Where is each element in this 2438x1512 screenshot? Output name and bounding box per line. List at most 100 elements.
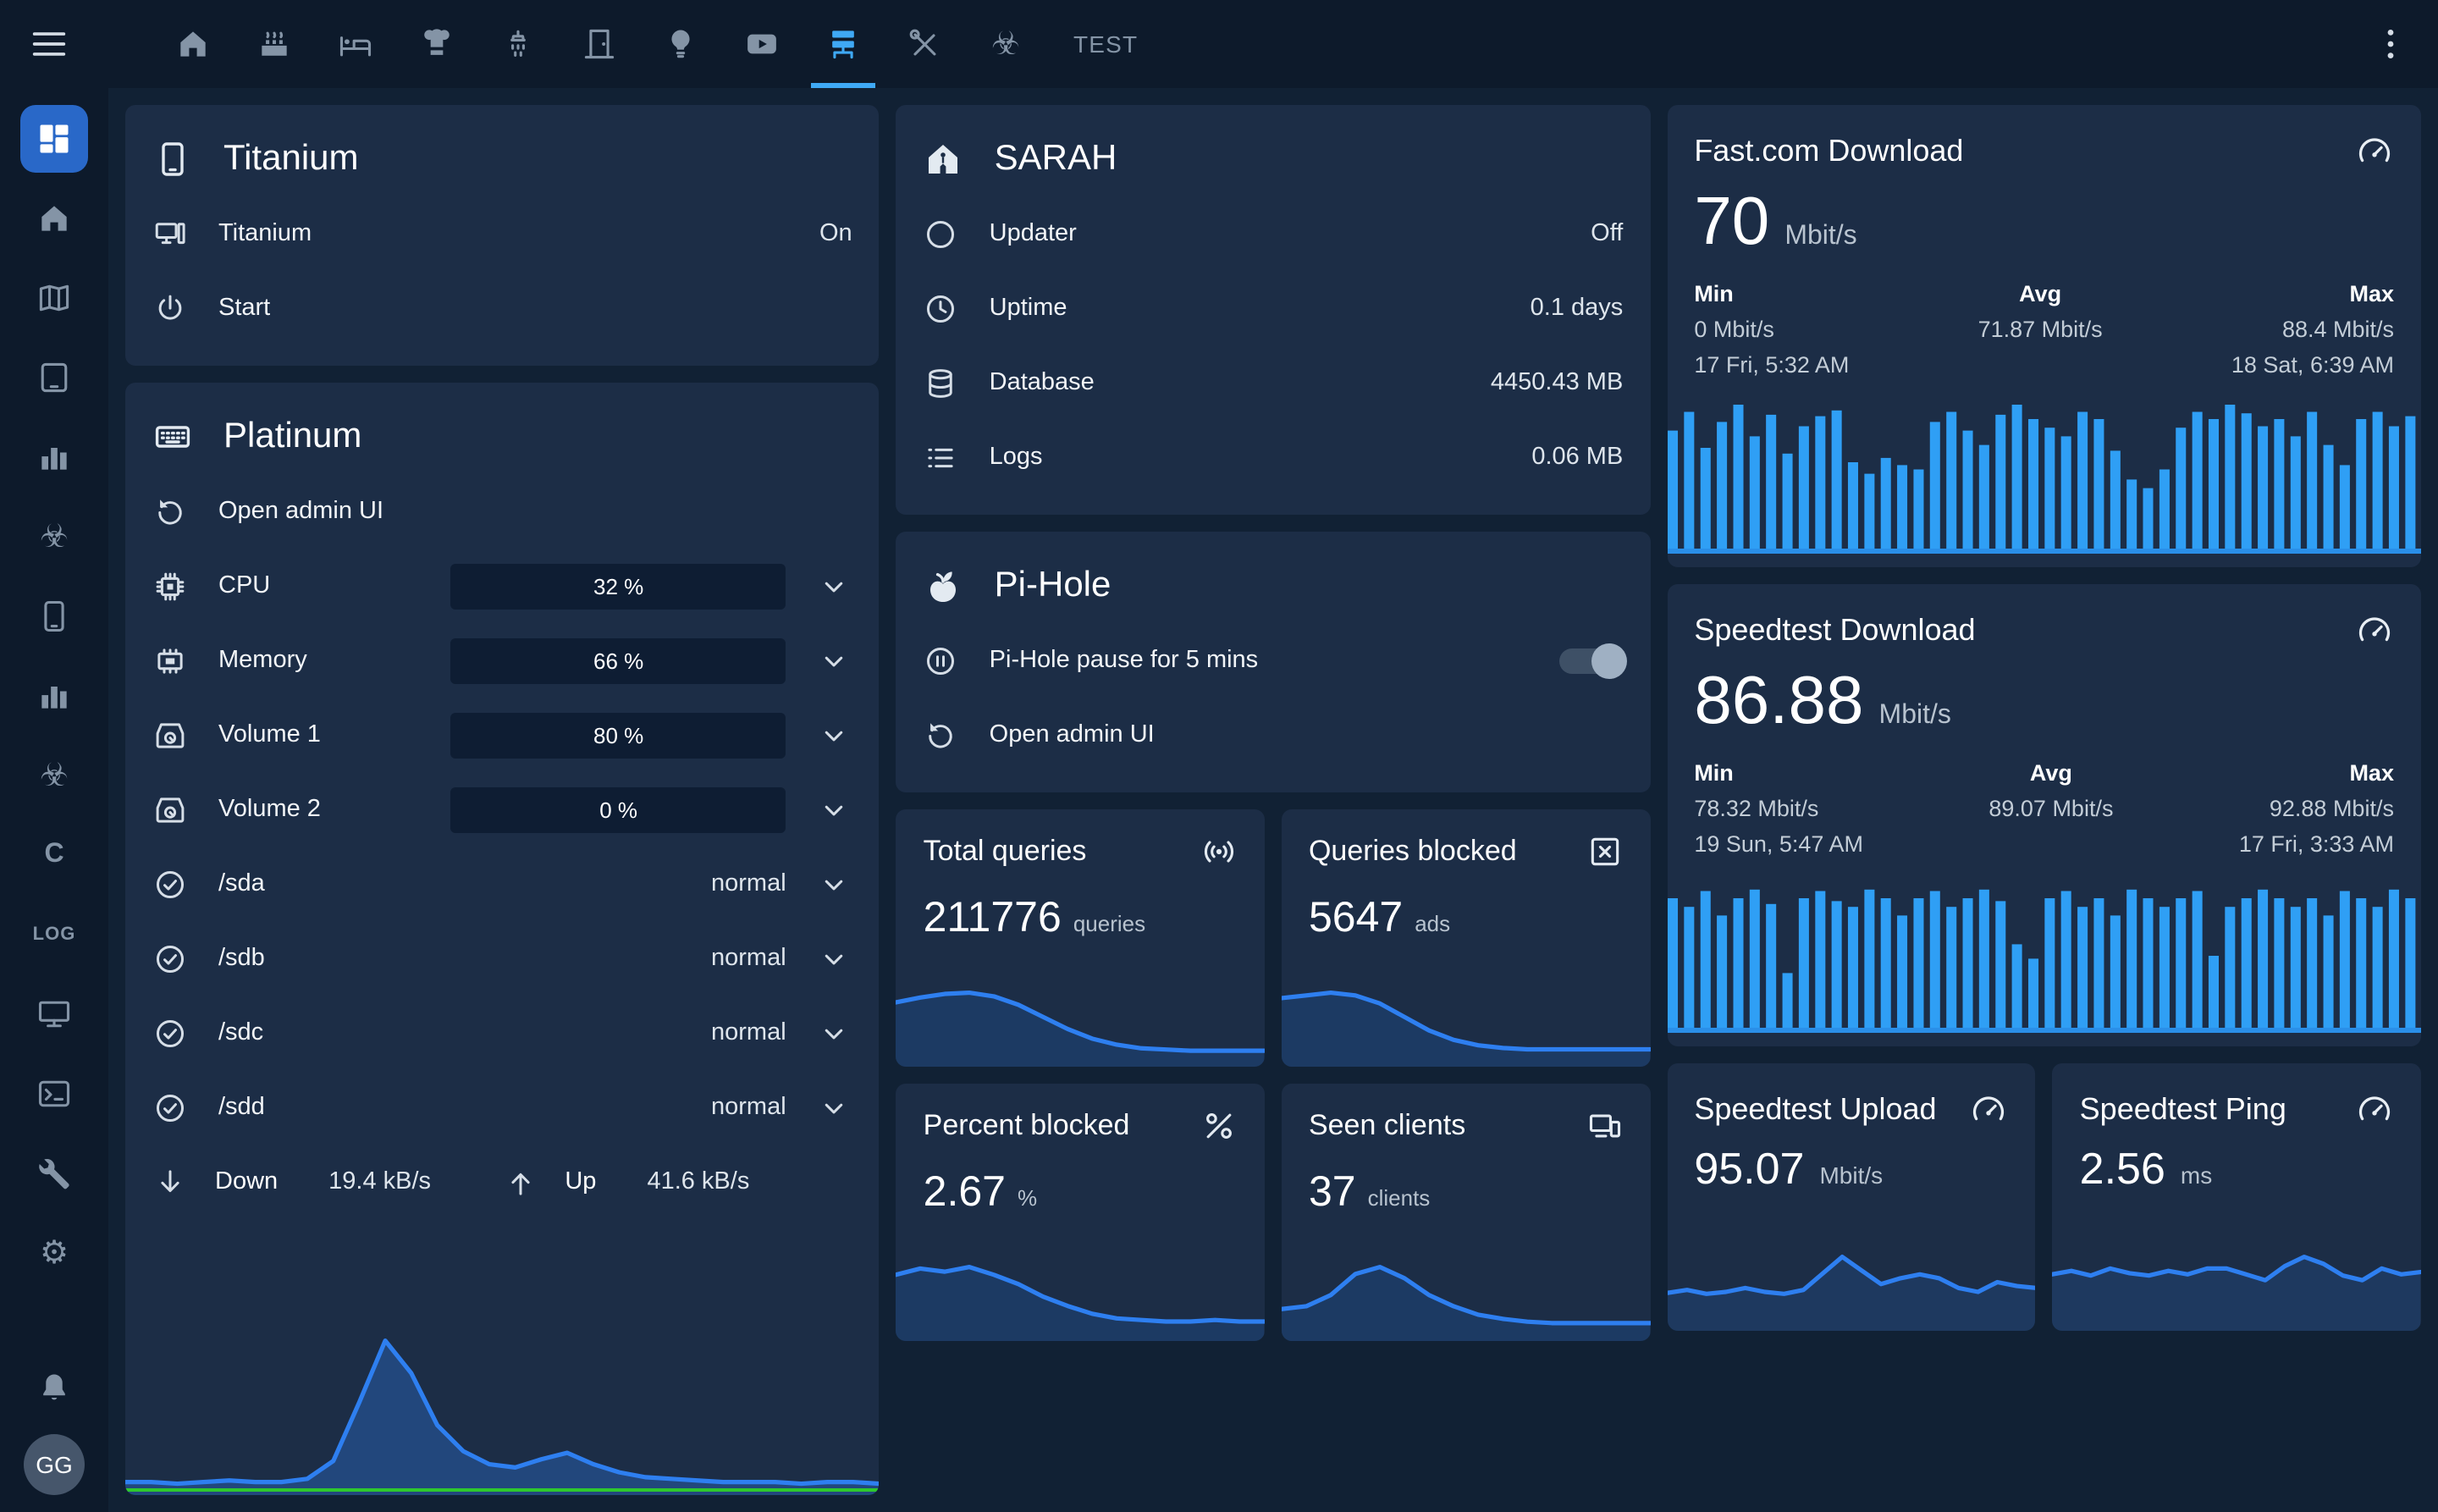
entity-row-database[interactable]: Database 4450.43 MB (924, 345, 1624, 420)
meter-row-volume-1[interactable]: Volume 1 80 % (152, 698, 852, 772)
cake-icon (256, 25, 293, 63)
chevron-down-icon[interactable] (817, 792, 852, 827)
entity-row-logs[interactable]: Logs 0.06 MB (924, 420, 1624, 494)
chevron-down-icon[interactable] (817, 568, 852, 604)
sidebar-item-biohazard-1[interactable]: ☣ (20, 503, 88, 571)
sidebar-item-home[interactable] (20, 185, 88, 252)
sidebar-item-terminal[interactable] (20, 1060, 88, 1128)
youtube-icon (743, 25, 780, 63)
entity-row-uptime[interactable]: Uptime 0.1 days (924, 271, 1624, 345)
chevron-down-icon[interactable] (817, 717, 852, 753)
tab-door[interactable] (559, 0, 640, 88)
tab-test[interactable]: TEST (1046, 0, 1165, 88)
min-avg-max: Min78.32 Mbit/s19 Sun, 5:47 AM Avg89.07 … (1694, 757, 2394, 864)
max-header: Max (2231, 278, 2394, 313)
sidebar-item-phone[interactable] (20, 582, 88, 650)
stat-card-percent-blocked[interactable]: Percent blocked 2.67% (896, 1084, 1265, 1341)
server-network-icon (825, 25, 862, 63)
tab-cake[interactable] (234, 0, 315, 88)
sidebar-item-monitor[interactable] (20, 980, 88, 1048)
platinum-card: Platinum Open admin UI CPU 32 % M (125, 383, 880, 1495)
speed-unit: Mbit/s (1819, 1161, 1883, 1188)
chevron-down-icon[interactable] (817, 1015, 852, 1051)
tab-bed[interactable] (315, 0, 396, 88)
entity-label: Pi-Hole pause for 5 mins (990, 647, 1529, 674)
stat-card-total-queries[interactable]: Total queries 211776queries (896, 809, 1265, 1067)
sidebar-item-biohazard-2[interactable]: ☣ (20, 742, 88, 809)
sidebar-item-dashboard[interactable] (20, 105, 88, 173)
chevron-down-icon[interactable] (817, 941, 852, 976)
stat-unit: clients (1368, 1185, 1431, 1211)
meter-row-volume-2[interactable]: Volume 2 0 % (152, 772, 852, 847)
ping-sparkline (2053, 1252, 2421, 1330)
stat-card-queries-blocked[interactable]: Queries blocked 5647ads (1282, 809, 1650, 1067)
sidebar-item-notifications[interactable] (20, 1355, 88, 1422)
menu-icon[interactable] (27, 22, 71, 66)
tab-media[interactable] (721, 0, 803, 88)
tab-tools[interactable] (884, 0, 965, 88)
meter-row-cpu[interactable]: CPU 32 % (152, 549, 852, 623)
max-header: Max (2239, 757, 2394, 792)
chevron-down-icon[interactable] (817, 643, 852, 678)
arrow-up-icon (502, 1164, 538, 1200)
tab-home[interactable] (152, 0, 234, 88)
column-left: Titanium Titanium On Start (125, 105, 880, 1495)
sidebar-item-chart-2[interactable] (20, 662, 88, 730)
sidebar-item-settings[interactable]: ⚙ (20, 1219, 88, 1287)
disk-row-sda[interactable]: /sda normal (152, 847, 852, 921)
overflow-menu-icon[interactable] (2370, 24, 2411, 64)
entity-row-updater[interactable]: Updater Off (924, 196, 1624, 271)
meter-value: 80 % (451, 712, 786, 758)
chevron-down-icon[interactable] (817, 1090, 852, 1125)
clock-icon (924, 290, 959, 326)
sidebar-item-map[interactable] (20, 264, 88, 332)
speed-value: 70 (1694, 185, 1769, 261)
entity-label: Updater (990, 220, 1561, 247)
start-button-row[interactable]: Start (152, 271, 852, 345)
meter-value: 32 % (451, 563, 786, 609)
card-title: Fast.com Download (1694, 134, 1963, 169)
speedtest-ping-card: Speedtest Ping 2.56ms (2053, 1062, 2421, 1330)
power-icon (152, 290, 188, 326)
entity-label: Titanium (218, 220, 789, 247)
pihole-stats-grid: Total queries 211776queries Queries bloc… (896, 809, 1651, 1341)
sidebar-item-developer-tools[interactable] (20, 1140, 88, 1207)
sarah-card: SARAH Updater Off Uptime 0.1 days D (896, 105, 1651, 515)
min-value: 78.32 Mbit/s (1694, 792, 1863, 827)
tab-kitchen[interactable] (396, 0, 477, 88)
chevron-down-icon[interactable] (817, 866, 852, 902)
meter-row-memory[interactable]: Memory 66 % (152, 623, 852, 698)
stat-value: 2.67 (924, 1168, 1006, 1217)
download-history-bars (1667, 883, 2421, 1032)
disk-row-sdb[interactable]: /sdb normal (152, 921, 852, 996)
card-title: Titanium (223, 139, 359, 179)
stat-card-seen-clients[interactable]: Seen clients 37clients (1282, 1084, 1650, 1341)
stat-unit: ads (1415, 911, 1450, 936)
min-date: 17 Fri, 5:32 AM (1694, 349, 1849, 384)
open-admin-ui-row[interactable]: Open admin UI (924, 698, 1624, 772)
disk-row-sdd[interactable]: /sdd normal (152, 1070, 852, 1145)
pause-circle-icon (924, 643, 959, 678)
entity-value: 0.1 days (1531, 295, 1624, 322)
pihole-pause-row[interactable]: Pi-Hole pause for 5 mins (924, 623, 1624, 698)
speed-unit: Mbit/s (1879, 701, 1951, 731)
sidebar-item-chart-1[interactable] (20, 423, 88, 491)
entity-row-titanium[interactable]: Titanium On (152, 196, 852, 271)
tab-light[interactable] (640, 0, 721, 88)
tab-biohazard[interactable]: ☣ (965, 0, 1046, 88)
harddisk-icon (152, 717, 188, 753)
tab-shower[interactable] (477, 0, 559, 88)
tab-network-selected[interactable] (803, 0, 884, 88)
entity-label: /sdc (218, 1019, 681, 1046)
disk-row-sdc[interactable]: /sdc normal (152, 996, 852, 1070)
stat-sparkline (1282, 1263, 1650, 1341)
sidebar-item-tablet[interactable] (20, 344, 88, 411)
pihole-pause-toggle[interactable] (1558, 648, 1623, 673)
desktop-icon (152, 216, 188, 251)
map-icon (36, 279, 73, 317)
open-admin-ui-row[interactable]: Open admin UI (152, 474, 852, 549)
sidebar-item-log[interactable]: LOG (20, 901, 88, 968)
sidebar-item-letter-c[interactable]: C (20, 821, 88, 889)
card-title: Speedtest Download (1694, 613, 1975, 648)
user-avatar[interactable]: GG (24, 1434, 85, 1495)
